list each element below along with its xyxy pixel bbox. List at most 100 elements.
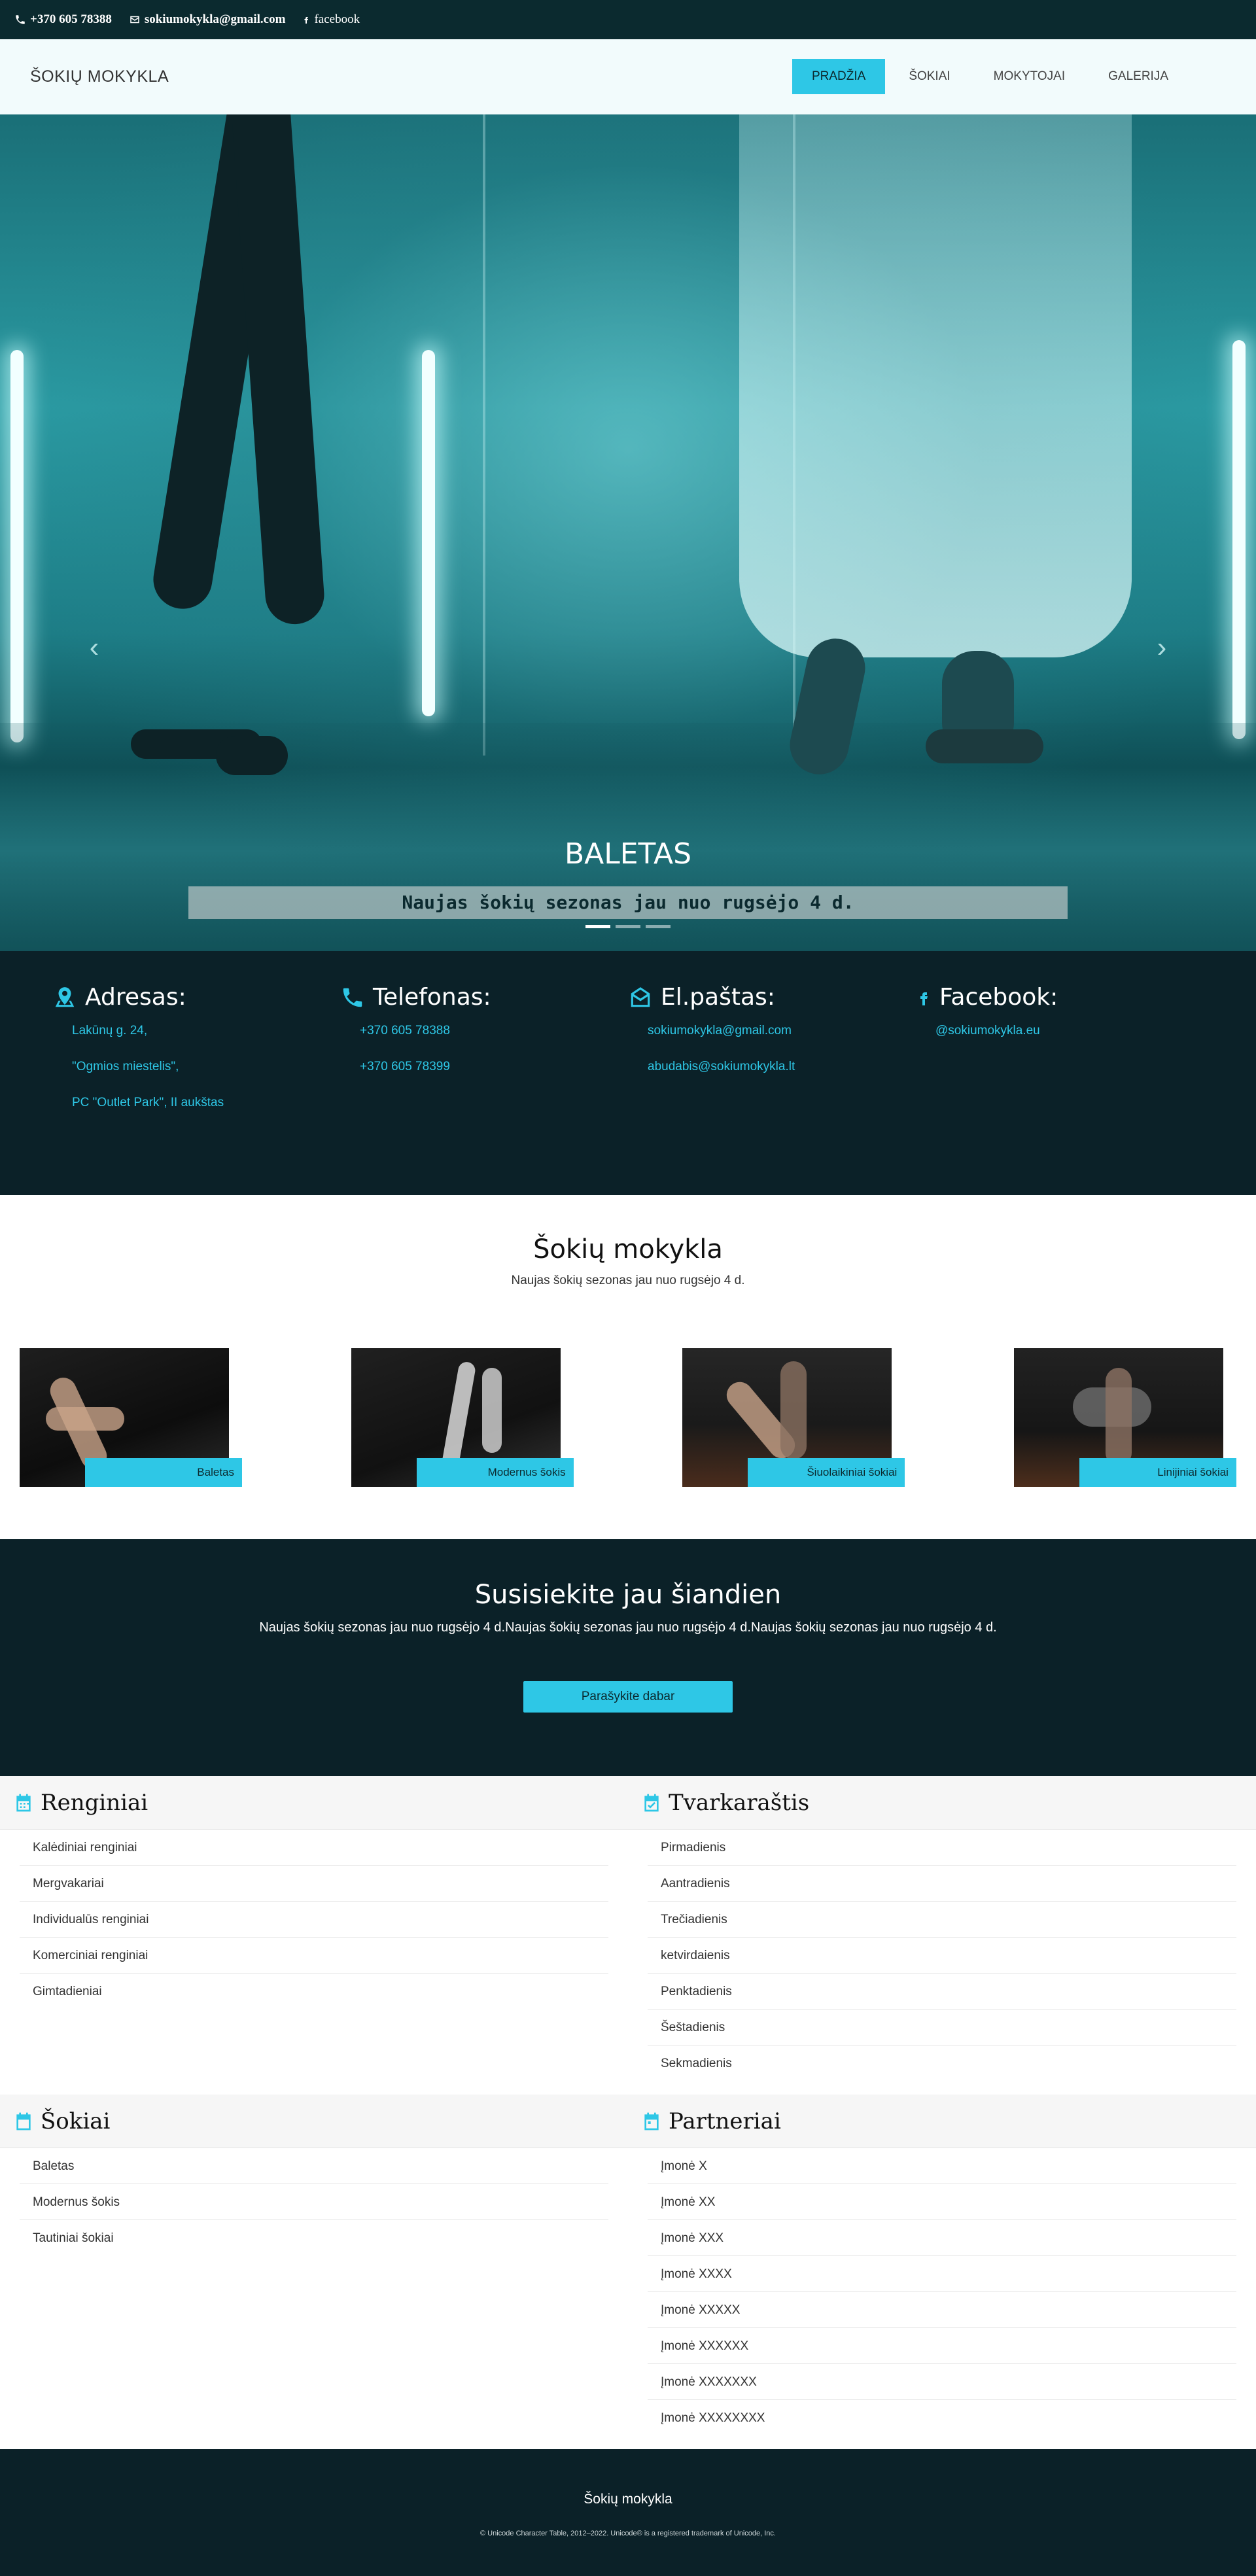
list-item[interactable]: Baletas: [20, 2148, 608, 2184]
carousel-prev-button[interactable]: ‹: [81, 633, 107, 662]
brand-logo[interactable]: ŠOKIŲ MOKYKLA: [30, 67, 169, 86]
dancer-figure: [1105, 1368, 1132, 1466]
address-line: "Ogmios miestelis",: [72, 1060, 179, 1073]
email-link[interactable]: abudabis@sokiumokykla.lt: [648, 1060, 916, 1074]
dancer-figure: [780, 1361, 807, 1459]
top-contact-bar: +370 605 78388 sokiumokykla@gmail.com fa…: [0, 0, 1256, 39]
list-item[interactable]: Įmonė X: [648, 2148, 1236, 2184]
carousel-next-button[interactable]: ›: [1149, 633, 1175, 662]
dances-header: Šokiai: [0, 2095, 628, 2148]
dance-card-label: Linijiniai šokiai: [1079, 1458, 1236, 1487]
navbar: ŠOKIŲ MOKYKLA PRADŽIA ŠOKIAI MOKYTOJAI G…: [0, 39, 1256, 114]
list-item[interactable]: Individualūs renginiai: [20, 1902, 608, 1938]
calendar-check-icon: [644, 1794, 659, 1811]
phone-icon: [343, 988, 362, 1007]
dancer-figure: [481, 1368, 502, 1453]
partners-title: Partneriai: [669, 2108, 781, 2134]
info-facebook-title: Facebook:: [916, 984, 1204, 1011]
dancer-left-shoe: [216, 736, 288, 775]
phone-icon: [16, 15, 25, 24]
dances-list: Baletas Modernus šokis Tautiniai šokiai: [0, 2148, 628, 2256]
footer-name: Šokių mokykla: [584, 2492, 672, 2507]
facebook-link[interactable]: @sokiumokykla.eu: [935, 1024, 1204, 1038]
nav-item-mokytojai[interactable]: MOKYTOJAI: [974, 59, 1085, 94]
dance-card[interactable]: Baletas: [20, 1348, 242, 1487]
list-item[interactable]: Įmonė XXXXXX: [648, 2328, 1236, 2364]
list-item[interactable]: Gimtadieniai: [20, 1974, 608, 2010]
info-phone-label: Telefonas:: [373, 984, 491, 1011]
footer-copyright: © Unicode Character Table, 2012–2022. Un…: [480, 2530, 776, 2537]
calendar-icon: [16, 1794, 31, 1811]
topbar-phone[interactable]: +370 605 78388: [14, 12, 112, 27]
info-phone-title: Telefonas:: [340, 984, 628, 1011]
list-item[interactable]: Įmonė XXXXXXXX: [648, 2400, 1236, 2436]
dance-card[interactable]: Šiuolaikiniai šokiai: [682, 1348, 905, 1487]
dance-card-label: Šiuolaikiniai šokiai: [748, 1458, 905, 1487]
list-item[interactable]: Penktadienis: [648, 1974, 1236, 2010]
school-section: Šokių mokykla Naujas šokių sezonas jau n…: [0, 1195, 1256, 1539]
list-item[interactable]: Įmonė XX: [648, 2184, 1236, 2220]
write-now-button[interactable]: Parašykite dabar: [523, 1681, 733, 1713]
info-email: El.paštas: sokiumokykla@gmail.com abudab…: [628, 984, 916, 1195]
info-facebook: Facebook: @sokiumokykla.eu: [916, 984, 1204, 1195]
carousel-indicator[interactable]: [585, 925, 610, 928]
lists-section: Renginiai Kalėdiniai renginiai Mergvakar…: [0, 1776, 1256, 2449]
dances-title: Šokiai: [41, 2108, 111, 2134]
dance-card-label: Baletas: [85, 1458, 242, 1487]
neon-light: [1232, 340, 1246, 739]
events-header: Renginiai: [0, 1776, 628, 1830]
neon-light: [10, 350, 24, 742]
info-facebook-label: Facebook:: [939, 984, 1058, 1011]
nav-item-sokiai[interactable]: ŠOKIAI: [889, 59, 969, 94]
list-item[interactable]: Tautiniai šokiai: [20, 2220, 608, 2256]
list-item[interactable]: Įmonė XXXX: [648, 2256, 1236, 2292]
cta-text: Naujas šokių sezonas jau nuo rugsėjo 4 d…: [259, 1620, 997, 1635]
envelope-open-icon: [631, 986, 650, 1007]
dance-card[interactable]: Modernus šokis: [351, 1348, 574, 1487]
school-subtitle: Naujas šokių sezonas jau nuo rugsėjo 4 d…: [511, 1274, 745, 1287]
calendar-icon: [644, 2112, 659, 2130]
list-item[interactable]: Modernus šokis: [20, 2184, 608, 2220]
list-item[interactable]: Šeštadienis: [648, 2010, 1236, 2045]
list-item[interactable]: Įmonė XXXXX: [648, 2292, 1236, 2328]
footer: Šokių mokykla © Unicode Character Table,…: [0, 2449, 1256, 2576]
events-title: Renginiai: [41, 1789, 148, 1816]
nav-item-galerija[interactable]: GALERIJA: [1089, 59, 1188, 94]
facebook-icon: [304, 17, 309, 24]
list-item[interactable]: Mergvakariai: [20, 1866, 608, 1902]
nav-item-pradzia[interactable]: PRADŽIA: [792, 59, 886, 94]
topbar-email-text: sokiumokykla@gmail.com: [144, 12, 286, 26]
carousel-indicator[interactable]: [616, 925, 640, 928]
wall-seam: [483, 114, 485, 756]
hero-subtitle: Naujas šokių sezonas jau nuo rugsėjo 4 d…: [188, 886, 1068, 919]
contact-cta: Susisiekite jau šiandien Naujas šokių se…: [0, 1539, 1256, 1776]
list-item[interactable]: Aantradienis: [648, 1866, 1236, 1902]
list-item[interactable]: Įmonė XXX: [648, 2220, 1236, 2256]
email-link[interactable]: sokiumokykla@gmail.com: [648, 1024, 916, 1038]
info-email-label: El.paštas:: [661, 984, 775, 1011]
list-item[interactable]: Įmonė XXXXXXX: [648, 2364, 1236, 2400]
list-item[interactable]: ketvirdaienis: [648, 1938, 1236, 1974]
schedule-list: Pirmadienis Aantradienis Trečiadienis ke…: [628, 1830, 1256, 2081]
info-phone: Telefonas: +370 605 78388 +370 605 78399: [340, 984, 628, 1195]
topbar-facebook[interactable]: facebook: [302, 12, 360, 27]
list-item[interactable]: Sekmadienis: [648, 2045, 1236, 2081]
list-item[interactable]: Komerciniai renginiai: [20, 1938, 608, 1974]
hero-carousel: ‹ › BALETAS Naujas šokių sezonas jau nuo…: [0, 114, 1256, 951]
dance-card[interactable]: Linijiniai šokiai: [1013, 1348, 1236, 1487]
topbar-email[interactable]: sokiumokykla@gmail.com: [129, 12, 286, 27]
envelope-icon: [130, 16, 139, 24]
carousel-indicator[interactable]: [646, 925, 671, 928]
phone-link[interactable]: +370 605 78388: [360, 1024, 628, 1038]
list-item[interactable]: Kalėdiniai renginiai: [20, 1830, 608, 1866]
cta-title: Susisiekite jau šiandien: [474, 1580, 782, 1610]
events-block: Renginiai Kalėdiniai renginiai Mergvakar…: [0, 1776, 628, 2095]
partners-list: Įmonė X Įmonė XX Įmonė XXX Įmonė XXXX Įm…: [628, 2148, 1256, 2436]
phone-link[interactable]: +370 605 78399: [360, 1060, 628, 1074]
list-item[interactable]: Pirmadienis: [648, 1830, 1236, 1866]
list-item[interactable]: Trečiadienis: [648, 1902, 1236, 1938]
info-address-label: Adresas:: [85, 984, 186, 1011]
topbar-facebook-text: facebook: [314, 12, 360, 26]
address-line: PC "Outlet Park", II aukštas: [72, 1096, 224, 1109]
info-address: Adresas: Lakūnų g. 24, "Ogmios miestelis…: [52, 984, 340, 1195]
